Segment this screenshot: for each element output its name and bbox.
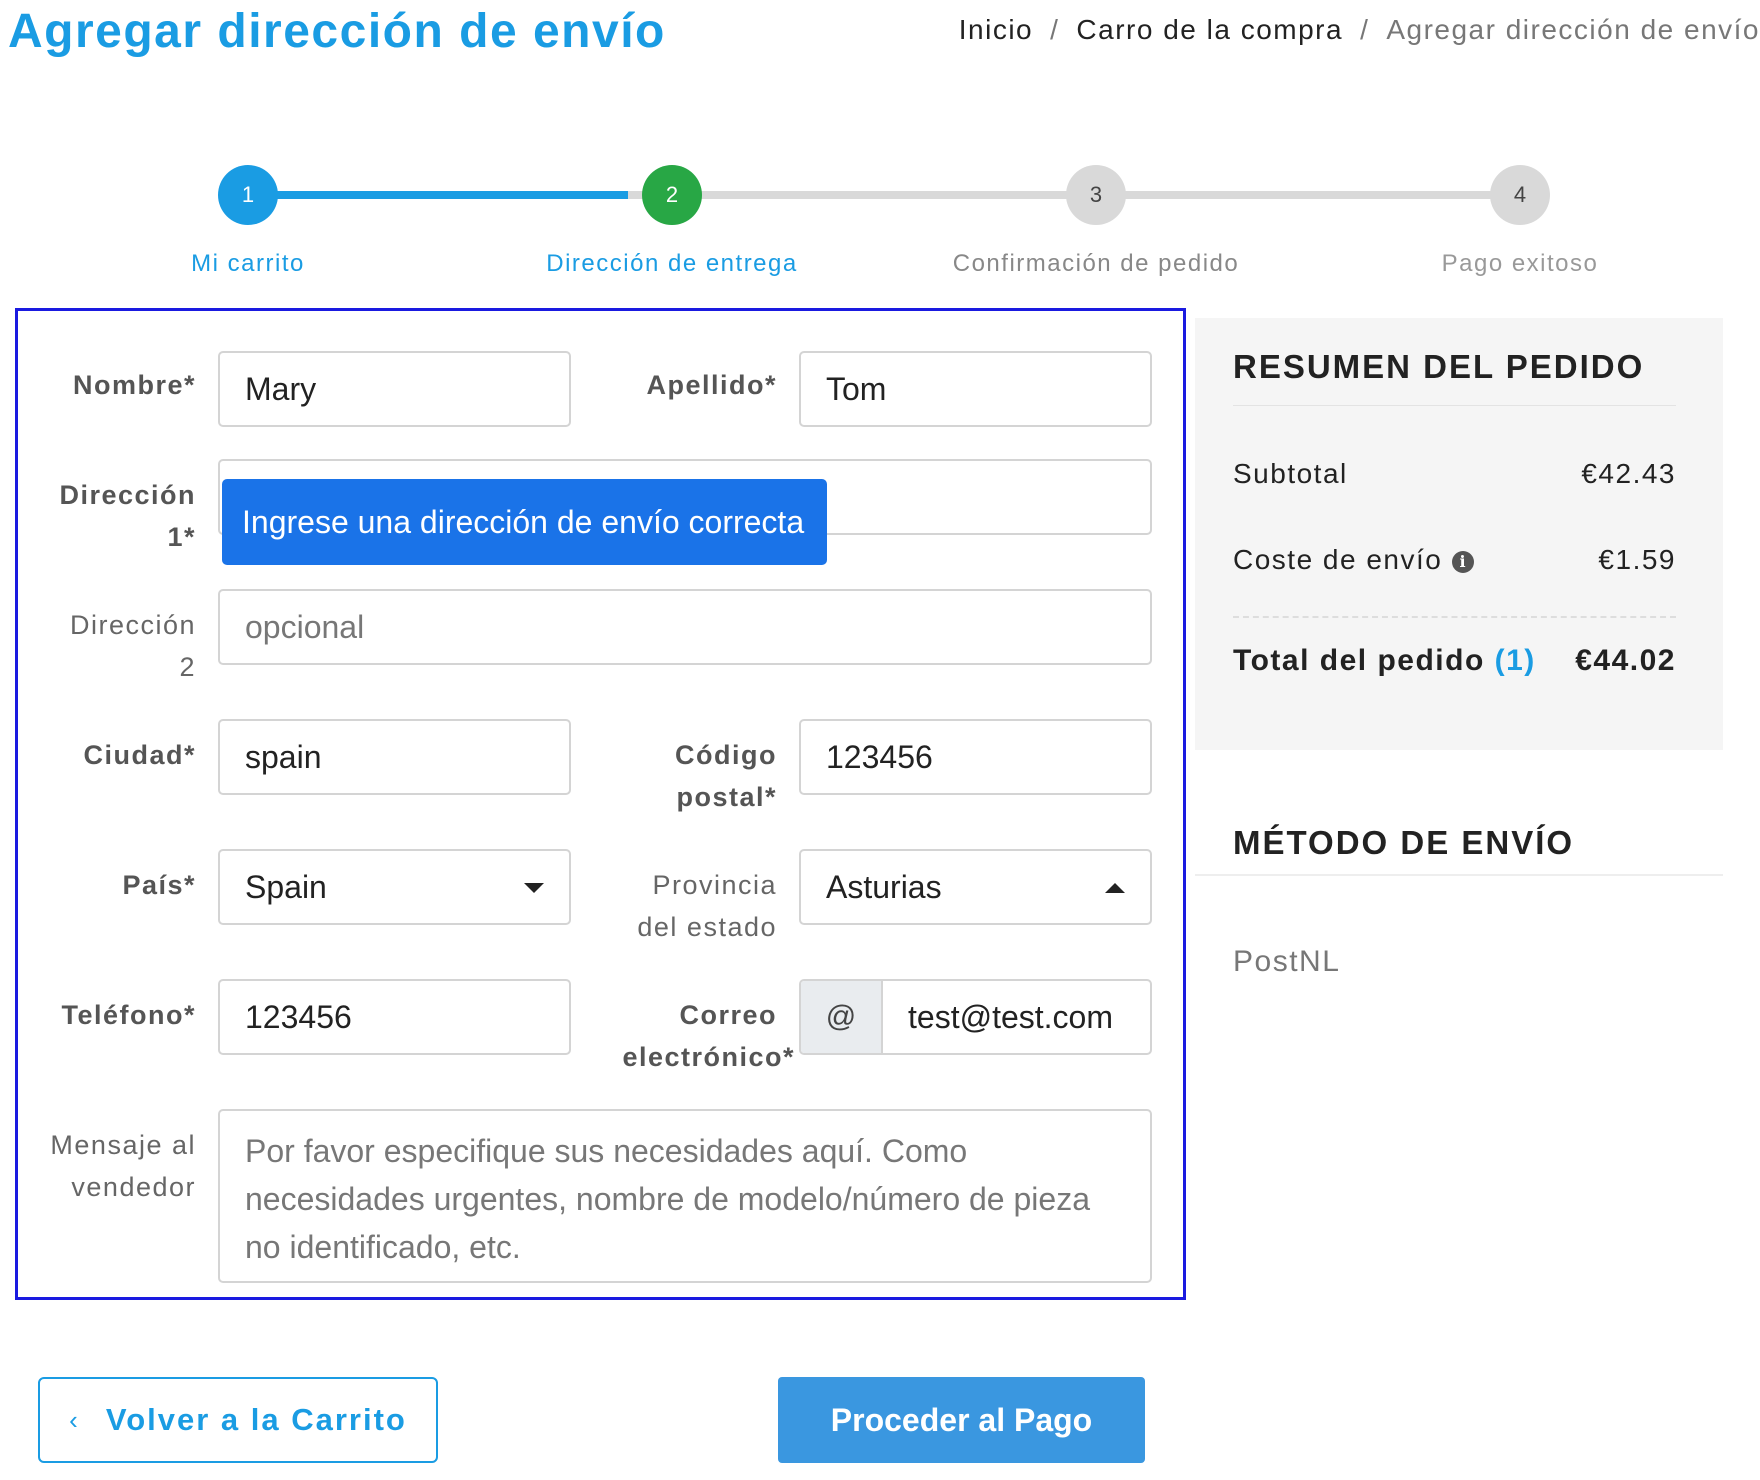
shipping-cost-row: Coste de envío i xyxy=(1233,544,1475,576)
message-placeholder-line: no identificado, etc. xyxy=(245,1229,521,1265)
shipping-cost-label: Coste de envío xyxy=(1233,544,1443,575)
address1-label-line2: 1* xyxy=(167,522,196,552)
country-label: País* xyxy=(122,870,196,900)
order-total-row: Total del pedido (1) xyxy=(1233,644,1536,678)
step-1-circle: 1 xyxy=(218,165,278,225)
message-textarea[interactable]: Por favor especifique sus necesidades aq… xyxy=(218,1109,1152,1283)
province-label-line1: Provincia xyxy=(652,870,777,900)
chevron-left-icon: ‹ xyxy=(69,1404,80,1435)
step-1-label: Mi carrito xyxy=(191,250,305,277)
back-to-cart-button[interactable]: ‹ Volver a la Carrito xyxy=(38,1377,438,1463)
stepper-progress-inactive xyxy=(628,191,1498,199)
step-4-circle: 4 xyxy=(1490,165,1550,225)
shipping-method-option[interactable]: PostNL xyxy=(1233,945,1340,979)
proceed-to-payment-button[interactable]: Proceder al Pago xyxy=(778,1377,1145,1463)
order-item-count: (1) xyxy=(1494,644,1536,677)
first-name-label: Nombre* xyxy=(72,370,196,400)
postal-code-label-line1: Código xyxy=(675,740,777,770)
at-sign-addon: @ xyxy=(801,981,883,1053)
message-label-line1: Mensaje al xyxy=(50,1130,196,1160)
shipping-method-title: MÉTODO DE ENVÍO xyxy=(1233,824,1575,861)
stepper-progress-active xyxy=(248,191,628,199)
back-to-cart-label: Volver a la Carrito xyxy=(105,1402,407,1437)
message-label-line2: vendedor xyxy=(71,1172,196,1202)
last-name-input[interactable]: Tom xyxy=(799,351,1152,427)
breadcrumb-separator: / xyxy=(1050,14,1060,45)
postal-code-input[interactable]: 123456 xyxy=(799,719,1152,795)
proceed-to-payment-label: Proceder al Pago xyxy=(830,1401,1093,1438)
order-summary-title: RESUMEN DEL PEDIDO xyxy=(1233,348,1645,385)
address2-label-line1: Dirección xyxy=(69,610,196,640)
step-3-circle: 3 xyxy=(1066,165,1126,225)
page-title: Agregar dirección de envío xyxy=(8,5,666,58)
address2-label-line2: 2 xyxy=(179,652,196,682)
province-label-line2: del estado xyxy=(637,912,777,942)
city-label: Ciudad* xyxy=(83,740,196,770)
step-2-circle: 2 xyxy=(642,165,702,225)
message-placeholder-line: necesidades urgentes, nombre de modelo/n… xyxy=(245,1181,1090,1217)
phone-label: Teléfono* xyxy=(61,1000,196,1030)
breadcrumb-current: Agregar dirección de envío xyxy=(1386,14,1760,45)
country-select[interactable]: Spain xyxy=(218,849,571,925)
province-selected-value: Asturias xyxy=(826,868,942,905)
address-validation-tooltip: Ingrese una dirección de envío correcta xyxy=(222,479,827,565)
summary-divider xyxy=(1233,405,1676,406)
address1-label-line1: Dirección xyxy=(59,480,196,510)
chevron-up-icon xyxy=(1105,883,1125,893)
address2-input[interactable]: opcional xyxy=(218,589,1152,665)
order-total-value: €44.02 xyxy=(1575,644,1676,677)
step-4-label: Pago exitoso xyxy=(1441,250,1599,277)
shipping-method-divider xyxy=(1195,874,1723,876)
breadcrumb-home-link[interactable]: Inicio xyxy=(959,14,1033,45)
postal-code-label-line2: postal* xyxy=(676,782,777,812)
breadcrumb: Inicio / Carro de la compra / Agregar direcc… xyxy=(959,14,1760,46)
info-icon[interactable]: i xyxy=(1452,550,1475,573)
subtotal-label: Subtotal xyxy=(1233,458,1348,489)
email-label-line1: Correo xyxy=(679,1000,777,1030)
message-placeholder-line: Por favor especifique sus necesidades aq… xyxy=(245,1133,968,1169)
email-input-group: @ test@test.com xyxy=(799,979,1152,1055)
email-input[interactable]: test@test.com xyxy=(883,999,1113,1036)
breadcrumb-separator: / xyxy=(1360,14,1370,45)
chevron-down-icon xyxy=(524,883,544,893)
email-label-line2: electrónico* xyxy=(622,1042,795,1072)
summary-dashed-divider xyxy=(1233,616,1676,618)
phone-input[interactable]: 123456 xyxy=(218,979,571,1055)
country-selected-value: Spain xyxy=(245,868,327,905)
province-select[interactable]: Asturias xyxy=(799,849,1152,925)
last-name-label: Apellido* xyxy=(646,370,777,400)
first-name-input[interactable]: Mary xyxy=(218,351,571,427)
breadcrumb-cart-link[interactable]: Carro de la compra xyxy=(1076,14,1343,45)
step-3-label: Confirmación de pedido xyxy=(952,250,1240,277)
order-total-label: Total del pedido xyxy=(1233,644,1485,677)
step-2-label: Dirección de entrega xyxy=(546,250,798,277)
shipping-cost-value: €1.59 xyxy=(1598,544,1676,575)
subtotal-value: €42.43 xyxy=(1581,458,1676,489)
city-input[interactable]: spain xyxy=(218,719,571,795)
